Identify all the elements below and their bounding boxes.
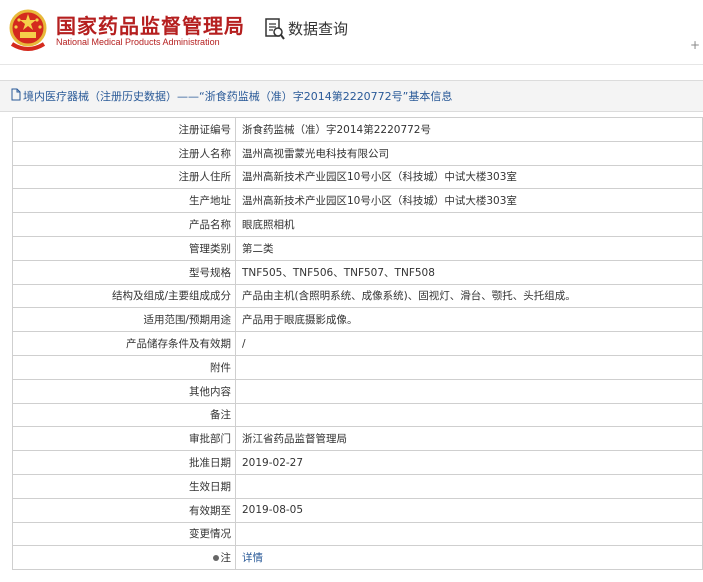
field-value bbox=[235, 521, 703, 547]
field-label: 型号规格 bbox=[12, 259, 236, 285]
details-link[interactable]: 详情 bbox=[235, 545, 703, 571]
expand-plus-icon[interactable]: + bbox=[690, 38, 700, 52]
table-row: 有效期至 2019-08-05 bbox=[12, 497, 703, 523]
table-row: 注详情 bbox=[12, 545, 703, 571]
document-search-icon[interactable] bbox=[265, 18, 285, 40]
field-label: 有效期至 bbox=[12, 497, 236, 523]
table-row: 管理类别 第二类 bbox=[12, 235, 703, 261]
section-title-bar: 境内医疗器械（注册历史数据）——“浙食药监械（准）字2014第2220772号”… bbox=[0, 80, 703, 112]
table-row: 附件 bbox=[12, 354, 703, 380]
national-emblem-icon bbox=[9, 9, 47, 51]
table-row: 生效日期 bbox=[12, 473, 703, 499]
field-value bbox=[235, 378, 703, 404]
field-label: 产品名称 bbox=[12, 212, 236, 237]
field-value: 2019-08-05 bbox=[235, 497, 703, 523]
field-label: 注册人名称 bbox=[12, 140, 236, 166]
table-row: 型号规格 TNF505、TNF506、TNF507、TNF508 bbox=[12, 259, 703, 285]
site-header: 国家药品监督管理局 National Medical Products Admi… bbox=[0, 0, 703, 64]
field-label: 注册证编号 bbox=[12, 117, 236, 142]
field-label: 产品储存条件及有效期 bbox=[12, 331, 236, 356]
field-label: 附件 bbox=[12, 354, 236, 380]
field-value bbox=[235, 402, 703, 428]
field-value: 2019-02-27 bbox=[235, 450, 703, 475]
field-label: 管理类别 bbox=[12, 235, 236, 261]
table-row: 审批部门 浙江省药品监督管理局 bbox=[12, 426, 703, 452]
field-label: 其他内容 bbox=[12, 378, 236, 404]
table-row: 生产地址 温州高新技术产业园区10号小区（科技城）中试大楼303室 bbox=[12, 188, 703, 214]
field-label: 备注 bbox=[12, 402, 236, 428]
field-value: 温州高视雷蒙光电科技有限公司 bbox=[235, 140, 703, 166]
field-value: 产品由主机(含照明系统、成像系统)、固视灯、滑台、颚托、头托组成。 bbox=[235, 283, 703, 309]
info-table: 注册证编号 浙食药监械（准）字2014第2220772号 注册人名称 温州高视雷蒙光电… bbox=[12, 117, 703, 571]
field-value: 浙食药监械（准）字2014第2220772号 bbox=[235, 117, 703, 142]
field-value: 眼底照相机 bbox=[235, 212, 703, 237]
field-value: 温州高新技术产业园区10号小区（科技城）中试大楼303室 bbox=[235, 164, 703, 190]
table-row: 结构及组成/主要组成成分 产品由主机(含照明系统、成像系统)、固视灯、滑台、颚托、… bbox=[12, 283, 703, 309]
field-value: 温州高新技术产业园区10号小区（科技城）中试大楼303室 bbox=[235, 188, 703, 214]
field-value: 第二类 bbox=[235, 235, 703, 261]
field-label: 生产地址 bbox=[12, 188, 236, 214]
table-row: 适用范围/预期用途 产品用于眼底摄影成像。 bbox=[12, 307, 703, 333]
field-label: 变更情况 bbox=[12, 521, 236, 547]
field-label: 批准日期 bbox=[12, 450, 236, 475]
field-label: 注册人住所 bbox=[12, 164, 236, 190]
document-icon bbox=[11, 88, 21, 101]
field-label: 适用范围/预期用途 bbox=[12, 307, 236, 333]
field-label: 审批部门 bbox=[12, 426, 236, 452]
table-row: 注册人名称 温州高视雷蒙光电科技有限公司 bbox=[12, 140, 703, 166]
table-row: 其他内容 bbox=[12, 378, 703, 404]
table-row: 产品储存条件及有效期 / bbox=[12, 331, 703, 356]
site-subtitle: National Medical Products Administration bbox=[56, 37, 220, 47]
table-row: 产品名称 眼底照相机 bbox=[12, 212, 703, 237]
header-divider bbox=[0, 64, 703, 65]
table-row: 备注 bbox=[12, 402, 703, 428]
field-value: 产品用于眼底摄影成像。 bbox=[235, 307, 703, 333]
field-value: 浙江省药品监督管理局 bbox=[235, 426, 703, 452]
field-value bbox=[235, 473, 703, 499]
dot-icon bbox=[212, 555, 219, 562]
field-value: / bbox=[235, 331, 703, 356]
table-row: 批准日期 2019-02-27 bbox=[12, 450, 703, 475]
field-label: 结构及组成/主要组成成分 bbox=[12, 283, 236, 309]
field-label: 注 bbox=[12, 545, 236, 571]
field-value: TNF505、TNF506、TNF507、TNF508 bbox=[235, 259, 703, 285]
data-query-label[interactable]: 数据查询 bbox=[288, 18, 348, 39]
table-row: 变更情况 bbox=[12, 521, 703, 547]
field-label-text: 注 bbox=[220, 552, 232, 565]
field-label: 生效日期 bbox=[12, 473, 236, 499]
section-title: 境内医疗器械（注册历史数据）——“浙食药监械（准）字2014第2220772号”… bbox=[23, 90, 453, 103]
table-row: 注册证编号 浙食药监械（准）字2014第2220772号 bbox=[12, 117, 703, 142]
field-value bbox=[235, 354, 703, 380]
table-row: 注册人住所 温州高新技术产业园区10号小区（科技城）中试大楼303室 bbox=[12, 164, 703, 190]
site-title[interactable]: 国家药品监督管理局 bbox=[56, 10, 245, 39]
